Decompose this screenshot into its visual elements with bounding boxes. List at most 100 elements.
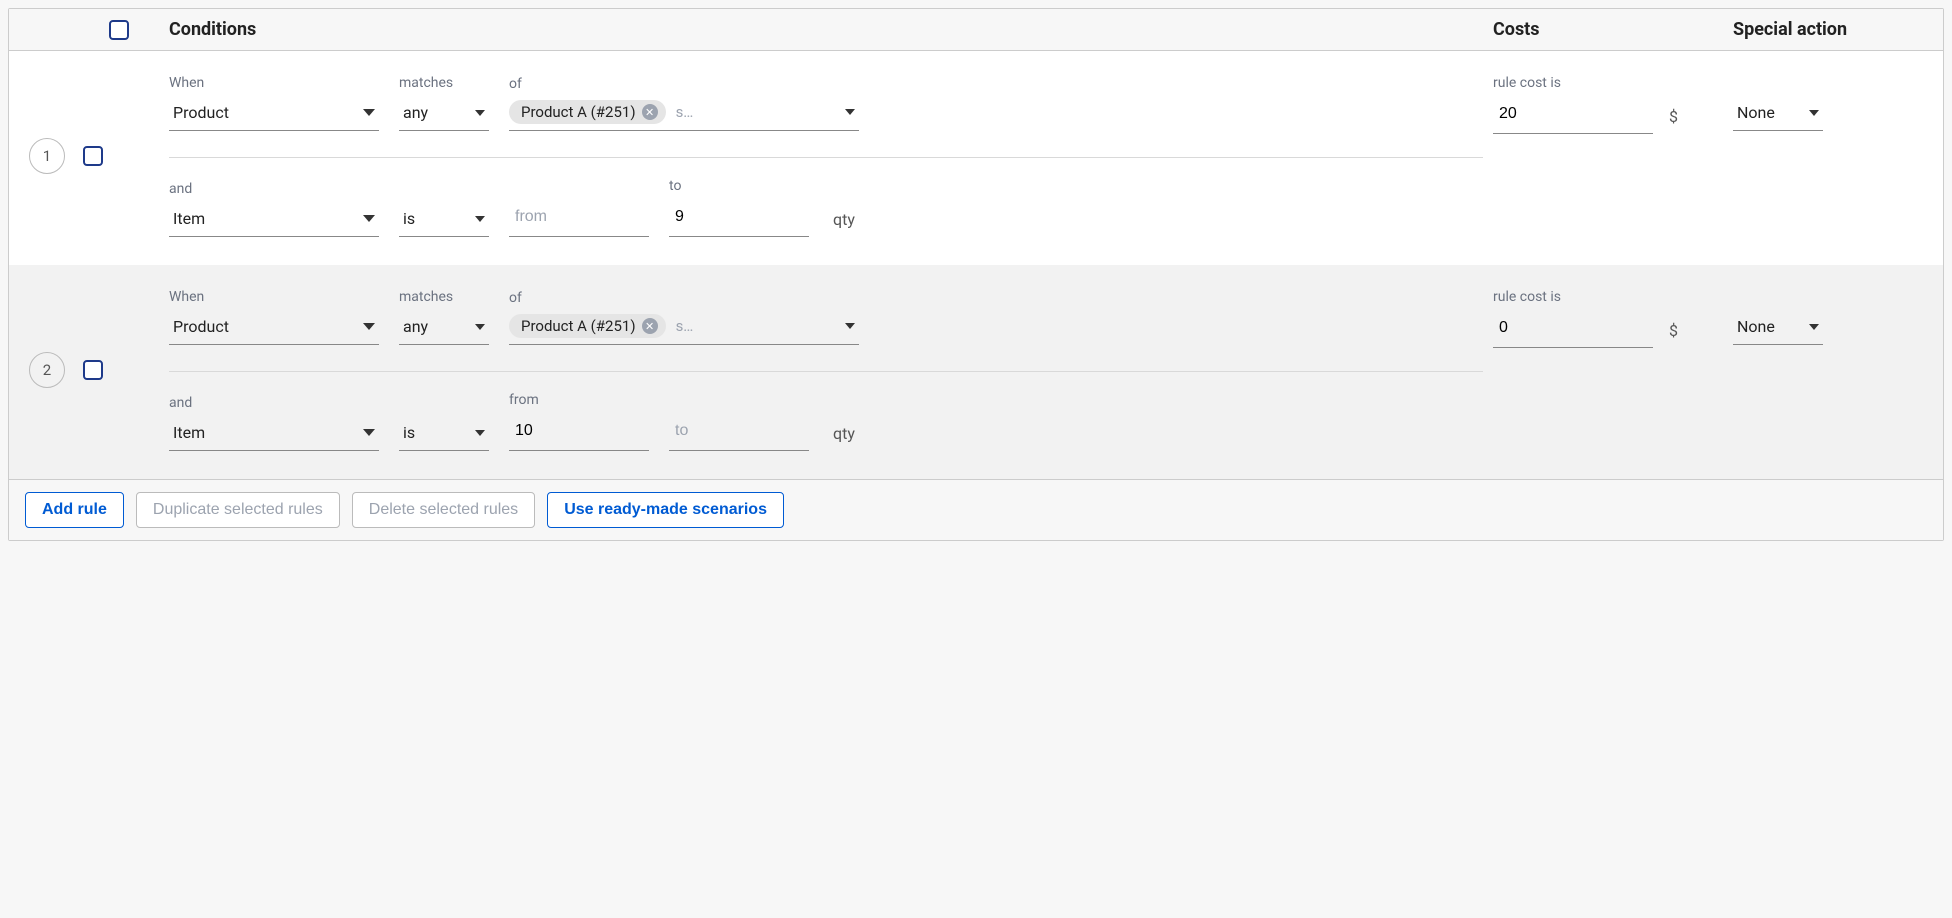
action-value: None (1737, 103, 1775, 122)
cost-input-wrap (1493, 97, 1653, 134)
to-input[interactable] (673, 420, 805, 442)
matches-value: any (403, 317, 428, 336)
from-input[interactable] (513, 420, 645, 442)
when-label: When (169, 289, 379, 305)
chevron-down-icon (475, 110, 485, 116)
matches-label: matches (399, 289, 489, 305)
rule-index-text: 2 (43, 361, 51, 379)
rule-cost-label: rule cost is (1493, 289, 1733, 305)
use-scenarios-button[interactable]: Use ready-made scenarios (547, 492, 784, 528)
currency-suffix: $ (1669, 321, 1678, 348)
rule-checkbox[interactable] (83, 360, 103, 380)
when-select[interactable]: Product (169, 97, 379, 131)
when-label: When (169, 75, 379, 91)
to-input-wrap (669, 200, 809, 237)
chevron-down-icon (363, 323, 375, 330)
chevron-down-icon (475, 324, 485, 330)
to-label: to (669, 178, 809, 194)
to-input[interactable] (673, 206, 805, 228)
table-header: Conditions Costs Special action (9, 9, 1943, 51)
spacer-label (399, 395, 489, 411)
cost-input-wrap (1493, 311, 1653, 348)
action-block: None (1733, 75, 1923, 237)
rule-index-badge: 2 (29, 352, 65, 388)
product-chip: Product A (#251) ✕ (509, 314, 666, 338)
qty-suffix: qty (833, 210, 855, 237)
and-select[interactable]: Item (169, 417, 379, 451)
product-tag-input[interactable]: Product A (#251) ✕ s… (509, 98, 859, 131)
spacer-label (669, 392, 809, 408)
action-block: None (1733, 289, 1923, 451)
rule-left: 1 (29, 75, 149, 237)
condition-divider (169, 157, 1483, 158)
of-label: of (509, 76, 859, 92)
from-input[interactable] (513, 206, 645, 228)
rule-cost-label: rule cost is (1493, 75, 1733, 91)
when-value: Product (173, 317, 229, 336)
product-chip: Product A (#251) ✕ (509, 100, 666, 124)
spacer-label (509, 178, 649, 194)
chevron-down-icon (1809, 110, 1819, 116)
search-placeholder: s… (676, 317, 835, 335)
is-select[interactable]: is (399, 417, 489, 451)
action-select[interactable]: None (1733, 311, 1823, 345)
rule-checkbox[interactable] (83, 146, 103, 166)
cost-input[interactable] (1497, 103, 1649, 125)
chevron-down-icon (363, 429, 375, 436)
product-chip-text: Product A (#251) (521, 317, 636, 335)
rules-panel: Conditions Costs Special action 1 When P… (8, 8, 1944, 541)
conditions-block: When Product matches any of (149, 289, 1493, 451)
is-value: is (403, 209, 415, 228)
qty-suffix: qty (833, 424, 855, 451)
cost-input[interactable] (1497, 317, 1649, 339)
condition-line-1: When Product matches any of (169, 289, 1483, 345)
spacer-label (1733, 289, 1923, 305)
condition-divider (169, 371, 1483, 372)
of-label: of (509, 290, 859, 306)
costs-block: rule cost is $ (1493, 75, 1733, 237)
header-costs: Costs (1493, 19, 1733, 40)
add-rule-button[interactable]: Add rule (25, 492, 124, 528)
and-value: Item (173, 209, 205, 228)
duplicate-rules-button[interactable]: Duplicate selected rules (136, 492, 340, 528)
and-select[interactable]: Item (169, 203, 379, 237)
chevron-down-icon (845, 323, 855, 329)
to-input-wrap (669, 414, 809, 451)
select-all-checkbox[interactable] (109, 20, 129, 40)
search-placeholder: s… (676, 103, 835, 121)
matches-select[interactable]: any (399, 311, 489, 345)
chevron-down-icon (475, 216, 485, 222)
header-check-col (109, 20, 149, 40)
action-select[interactable]: None (1733, 97, 1823, 131)
delete-rules-button[interactable]: Delete selected rules (352, 492, 535, 528)
condition-line-1: When Product matches any of (169, 75, 1483, 131)
action-value: None (1737, 317, 1775, 336)
and-label: and (169, 395, 379, 411)
chip-remove-icon[interactable]: ✕ (642, 318, 658, 334)
currency-suffix: $ (1669, 107, 1678, 134)
chevron-down-icon (363, 109, 375, 116)
costs-block: rule cost is $ (1493, 289, 1733, 451)
footer-bar: Add rule Duplicate selected rules Delete… (9, 479, 1943, 540)
is-select[interactable]: is (399, 203, 489, 237)
chevron-down-icon (363, 215, 375, 222)
header-conditions: Conditions (149, 19, 1493, 40)
rule-row: 2 When Product matches any (9, 265, 1943, 479)
spacer-label (1733, 75, 1923, 91)
chevron-down-icon (845, 109, 855, 115)
product-tag-input[interactable]: Product A (#251) ✕ s… (509, 312, 859, 345)
rule-index-badge: 1 (29, 138, 65, 174)
matches-value: any (403, 103, 428, 122)
chip-remove-icon[interactable]: ✕ (642, 104, 658, 120)
from-label: from (509, 392, 649, 408)
when-value: Product (173, 103, 229, 122)
matches-select[interactable]: any (399, 97, 489, 131)
header-special-action: Special action (1733, 19, 1923, 40)
is-value: is (403, 423, 415, 442)
chevron-down-icon (475, 430, 485, 436)
when-select[interactable]: Product (169, 311, 379, 345)
from-input-wrap (509, 414, 649, 451)
condition-line-2: and Item is from (169, 392, 1483, 451)
condition-line-2: and Item is (169, 178, 1483, 237)
chevron-down-icon (1809, 324, 1819, 330)
